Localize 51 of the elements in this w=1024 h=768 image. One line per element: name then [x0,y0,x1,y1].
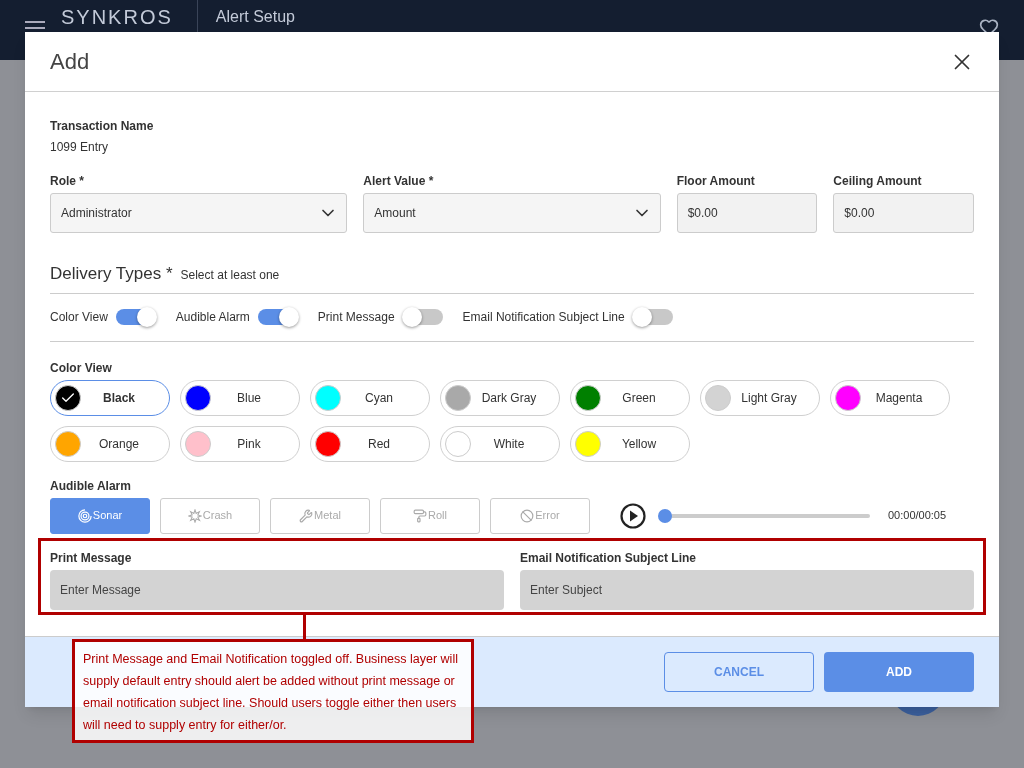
dropdown[interactable]: Amount [363,193,661,233]
page-title: Alert Setup [215,8,295,26]
color-option[interactable]: Red [310,425,430,462]
toggle-label: Color View [50,309,108,326]
color-option[interactable]: White [440,425,560,462]
dialog-title: Add [50,48,90,76]
color-option[interactable]: Orange [50,425,170,462]
field-label: Print Message [50,549,133,566]
color-option[interactable]: Dark Gray [440,379,560,416]
input-field[interactable]: Enter Subject [520,569,974,610]
time-readout: 00:00/00:05 [888,508,947,524]
color-option[interactable]: Blue [180,379,300,416]
color-option[interactable]: Black [50,379,170,416]
burst-icon [187,508,202,523]
sonar-icon [77,508,92,523]
color-option[interactable]: Light Gray [700,379,820,416]
logo: SYNKROS [61,6,173,28]
field-label: Role * [50,173,85,189]
play-icon[interactable] [620,502,646,529]
toggle-switch[interactable] [115,309,156,325]
slider-thumb[interactable] [658,508,672,523]
color-option[interactable]: Cyan [310,379,430,416]
input-field[interactable]: Enter Message [50,569,504,610]
toggle-label: Email Notification Subject Line [462,309,625,326]
ban-icon [520,508,535,523]
input-field[interactable]: $0.00 [676,193,818,233]
annotation-text: Print Message and Email Notification toggled off. Business layer will supply default entry should alert be added without print message or email notification subject line. Should users toggle either then users will need to supply entry for either/or. [83,651,459,734]
field-label: Ceiling Amount [833,173,923,189]
transaction-value: 1099 Entry [50,139,110,155]
toggle-switch[interactable] [257,309,298,325]
hint-text: Select at least one [180,267,280,284]
toggle-label: Audible Alarm [175,309,250,326]
field-label: Floor Amount [676,173,756,189]
field-label: Email Notification Subject Line [520,549,698,566]
field-label: Audible Alarm [50,477,132,494]
toggle-switch[interactable] [632,309,673,325]
color-option[interactable]: Pink [180,425,300,462]
color-option[interactable]: Yellow [570,425,690,462]
input-field[interactable]: $0.00 [833,193,974,233]
dropdown[interactable]: Administrator [50,193,348,233]
color-option[interactable]: Magenta [830,379,950,416]
toggle-switch[interactable] [402,309,443,325]
wrench-icon [299,508,314,523]
paint-roller-icon [413,508,427,523]
section-title: Delivery Types * [50,263,173,285]
audio-slider[interactable] [658,508,870,523]
field-label: Transaction Name [50,118,155,134]
toggle-label: Print Message [317,309,395,326]
field-label: Color View [50,359,113,376]
field-label: Alert Value * [363,173,435,189]
color-option[interactable]: Green [570,379,690,416]
